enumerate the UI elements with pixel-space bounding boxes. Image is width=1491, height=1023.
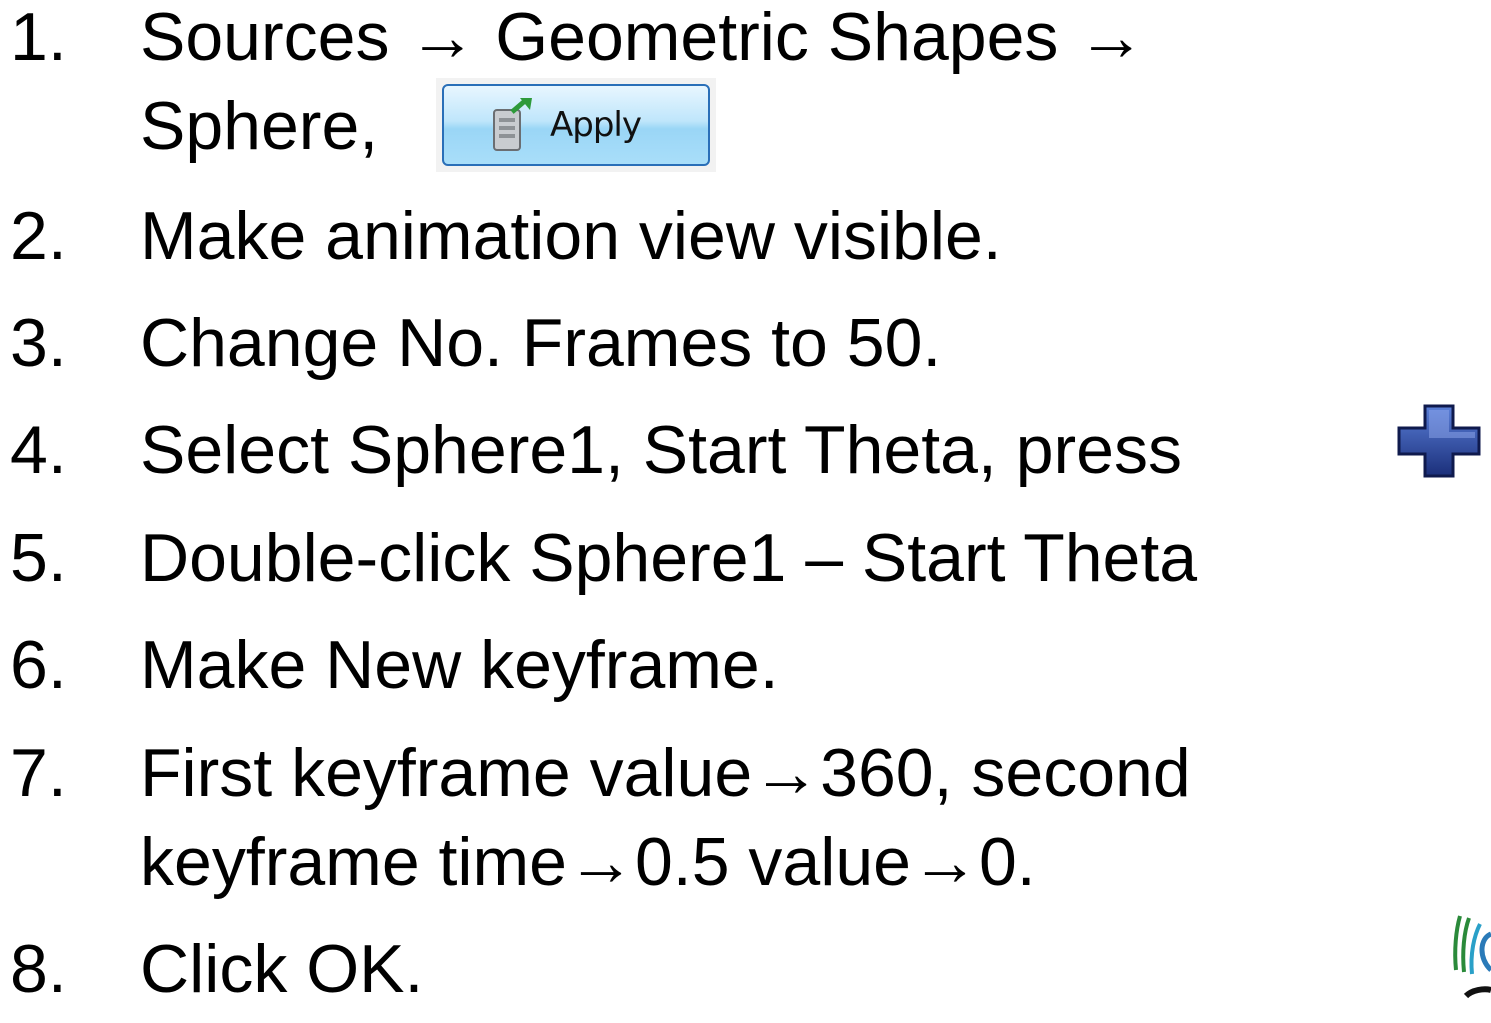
logo-icon	[1450, 910, 1491, 1004]
apply-button[interactable]: Apply	[436, 78, 716, 172]
step-text: Change No. Frames to 50.	[140, 305, 942, 381]
step-text: Select Sphere1, Start Theta, press	[140, 412, 1182, 488]
step-text: Double-click Sphere1 – Start Theta	[140, 520, 1198, 596]
apply-button-face[interactable]: Apply	[442, 84, 710, 166]
plus-icon[interactable]	[1397, 404, 1481, 483]
step-number: 5.	[10, 520, 67, 596]
step-text: Make New keyframe.	[140, 627, 779, 703]
step-number: 1.	[10, 0, 67, 75]
step-number: 6.	[10, 627, 67, 703]
step-text: Make animation view visible.	[140, 198, 1002, 274]
step-number: 4.	[10, 412, 67, 488]
step-text: keyframe time→0.5 value→0.	[140, 824, 1036, 900]
step-number: 3.	[10, 305, 67, 381]
apply-button-label: Apply	[550, 105, 642, 145]
step-text: Click OK.	[140, 931, 424, 1007]
step-number: 8.	[10, 931, 67, 1007]
step-number: 7.	[10, 735, 67, 811]
step-number: 2.	[10, 198, 67, 274]
step-text: Sphere,	[140, 88, 379, 164]
apply-icon	[490, 96, 536, 154]
